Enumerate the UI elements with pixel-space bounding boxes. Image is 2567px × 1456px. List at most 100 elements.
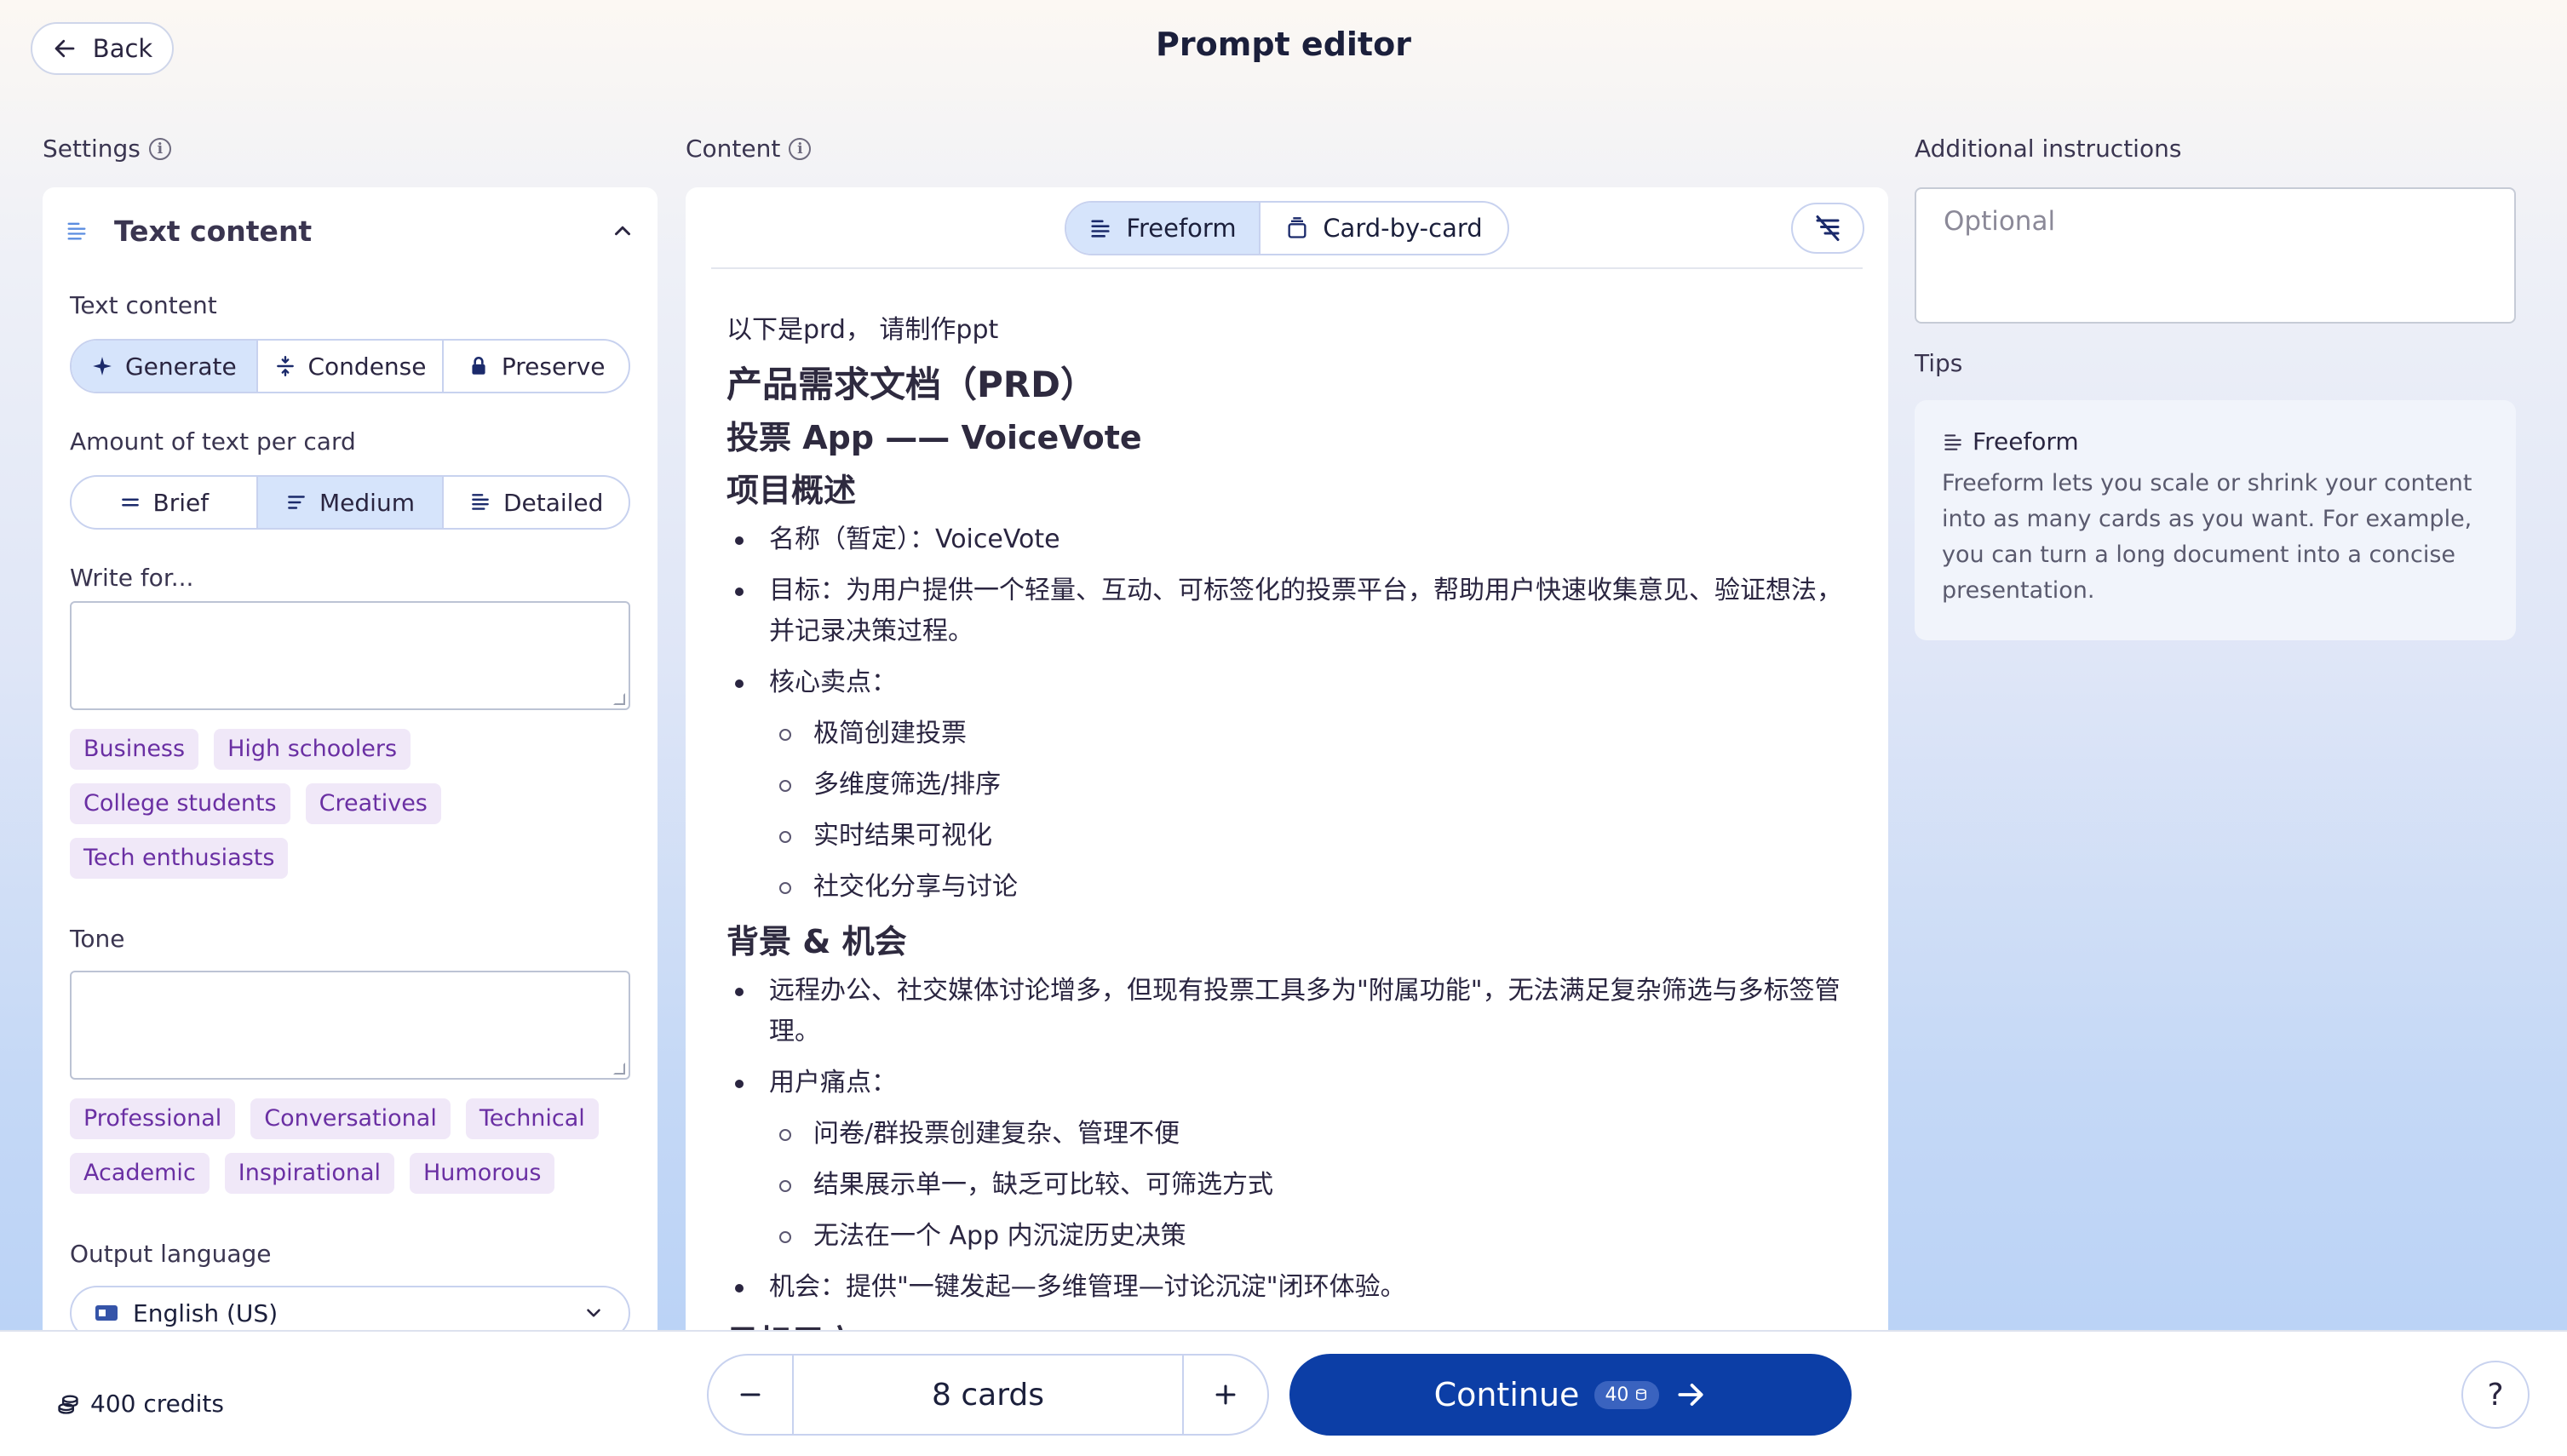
credits-display[interactable]: 400 credits bbox=[56, 1390, 224, 1418]
clear-formatting-icon bbox=[1816, 215, 1840, 241]
arrow-left-icon bbox=[55, 39, 75, 58]
list-item: 无法在一个 App 内沉淀历史决策 bbox=[726, 1216, 1859, 1257]
doc-subheading-app: 投票 App —— VoiceVote bbox=[726, 419, 1142, 456]
text-content-segmented: Generate Condense Preserve bbox=[70, 339, 630, 393]
list-item: 问卷/群投票创建复杂、管理不便 bbox=[726, 1114, 1859, 1155]
chip-college-students[interactable]: College students bbox=[70, 783, 290, 824]
list-item: 多维度筛选/排序 bbox=[726, 765, 1859, 805]
condense-option[interactable]: Condense bbox=[258, 341, 445, 392]
background-list: 远程办公、社交媒体讨论增多，但现有投票工具多为"附属功能"，无法满足复杂筛选与多… bbox=[726, 971, 1859, 1308]
brief-option[interactable]: Brief bbox=[72, 477, 258, 528]
card-count-stepper: 8 cards bbox=[707, 1354, 1269, 1436]
text-lines-icon bbox=[1091, 220, 1111, 238]
chip-high-schoolers[interactable]: High schoolers bbox=[214, 729, 411, 770]
list-item: 实时结果可视化 bbox=[726, 816, 1859, 857]
chevron-up-icon[interactable] bbox=[610, 218, 635, 244]
medium-lines-icon bbox=[288, 496, 305, 509]
list-item: 目标：为用户提供一个轻量、互动、可标签化的投票平台，帮助用户快速收集意见、验证想… bbox=[726, 570, 1859, 652]
amount-label: Amount of text per card bbox=[70, 427, 356, 456]
list-item: 名称（暂定）：VoiceVote bbox=[726, 519, 1859, 560]
chip-conversational[interactable]: Conversational bbox=[250, 1098, 451, 1139]
condense-icon bbox=[276, 355, 294, 377]
tips-card: Freeform Freeform lets you scale or shri… bbox=[1915, 400, 2516, 640]
list-item: 远程办公、社交媒体讨论增多，但现有投票工具多为"附属功能"，无法满足复杂筛选与多… bbox=[726, 971, 1859, 1052]
back-label: Back bbox=[92, 34, 153, 63]
detailed-option[interactable]: Detailed bbox=[444, 477, 629, 528]
coins-icon bbox=[58, 1395, 78, 1414]
doc-subheading-overview: 项目概述 bbox=[726, 472, 857, 509]
text-content-panel-header[interactable]: Text content bbox=[65, 209, 635, 252]
amount-segmented: Brief Medium Detailed bbox=[70, 475, 630, 530]
sparkle-icon bbox=[93, 357, 112, 375]
write-for-textarea[interactable] bbox=[70, 601, 630, 710]
tip-title: Freeform bbox=[1942, 427, 2489, 456]
output-language-select[interactable]: English (US) bbox=[70, 1286, 630, 1337]
footer-bar bbox=[0, 1330, 2567, 1456]
doc-intro: 以下是prd， 请制作ppt bbox=[726, 315, 999, 345]
generate-option[interactable]: Generate bbox=[72, 341, 258, 392]
chip-professional[interactable]: Professional bbox=[70, 1098, 236, 1139]
tip-body: Freeform lets you scale or shrink your c… bbox=[1942, 470, 2472, 604]
chip-creatives[interactable]: Creatives bbox=[305, 783, 441, 824]
settings-section-label: Settings i bbox=[43, 135, 171, 163]
clear-formatting-button[interactable] bbox=[1791, 203, 1864, 254]
output-language-label: Output language bbox=[70, 1240, 272, 1268]
list-item: 社交化分享与讨论 bbox=[726, 867, 1859, 908]
audience-chips: Business High schoolers College students… bbox=[70, 729, 632, 879]
decrease-cards-button[interactable] bbox=[709, 1356, 792, 1434]
plus-icon bbox=[1215, 1384, 1236, 1405]
card-by-card-tab[interactable]: Card-by-card bbox=[1261, 203, 1507, 254]
chip-technical[interactable]: Technical bbox=[465, 1098, 599, 1139]
minus-icon bbox=[740, 1393, 761, 1396]
chip-tech-enthusiasts[interactable]: Tech enthusiasts bbox=[70, 838, 289, 879]
doc-subheading-background: 背景 & 机会 bbox=[726, 923, 907, 960]
list-item: 机会：提供"一键发起—多维管理—讨论沉淀"闭环体验。 bbox=[726, 1267, 1859, 1308]
list-item: 核心卖点： bbox=[726, 662, 1859, 703]
divider bbox=[711, 267, 1863, 269]
credit-cost-badge: 40 bbox=[1594, 1380, 1660, 1409]
tone-textarea[interactable] bbox=[70, 971, 630, 1080]
content-section-label: Content i bbox=[686, 135, 812, 163]
medium-option[interactable]: Medium bbox=[257, 477, 445, 528]
mode-segmented: Freeform Card-by-card bbox=[1065, 201, 1509, 255]
card-count: 8 cards bbox=[792, 1356, 1184, 1434]
brief-lines-icon bbox=[121, 498, 139, 507]
list-item: 极简创建投票 bbox=[726, 714, 1859, 754]
chip-inspirational[interactable]: Inspirational bbox=[224, 1153, 394, 1194]
info-icon[interactable]: i bbox=[148, 137, 171, 160]
text-content-label: Text content bbox=[70, 291, 217, 319]
info-icon[interactable]: i bbox=[789, 137, 812, 160]
chip-academic[interactable]: Academic bbox=[70, 1153, 210, 1194]
chip-business[interactable]: Business bbox=[70, 729, 199, 770]
increase-cards-button[interactable] bbox=[1184, 1356, 1267, 1434]
tone-label: Tone bbox=[70, 925, 125, 953]
panel-title: Text content bbox=[114, 214, 313, 248]
overview-list: 名称（暂定）：VoiceVote 目标：为用户提供一个轻量、互动、可标签化的投票… bbox=[726, 519, 1859, 908]
detailed-lines-icon bbox=[472, 494, 489, 510]
list-item: 结果展示单一，缺乏可比较、可筛选方式 bbox=[726, 1165, 1859, 1206]
text-lines-icon bbox=[67, 222, 86, 240]
text-lines-icon bbox=[1944, 433, 1961, 450]
help-button[interactable]: ? bbox=[2461, 1361, 2530, 1429]
list-item: 用户痛点： bbox=[726, 1063, 1859, 1103]
tone-chips: Professional Conversational Technical Ac… bbox=[70, 1098, 632, 1194]
additional-instructions-input[interactable]: Optional bbox=[1915, 187, 2516, 324]
write-for-label: Write for... bbox=[70, 564, 194, 592]
continue-button[interactable]: Continue 40 bbox=[1289, 1354, 1852, 1436]
page-title: Prompt editor bbox=[1156, 26, 1411, 63]
doc-heading: 产品需求文档（PRD） bbox=[726, 364, 1096, 405]
content-panel: Freeform Card-by-card 以下是prd， 请制作ppt 产品需… bbox=[686, 187, 1888, 1337]
freeform-tab[interactable]: Freeform bbox=[1066, 203, 1261, 254]
settings-panel: Text content Text content Generate Conde… bbox=[43, 187, 658, 1337]
coins-icon bbox=[1636, 1389, 1647, 1401]
cards-stack-icon bbox=[1288, 217, 1306, 238]
additional-instructions-label: Additional instructions bbox=[1915, 135, 2182, 163]
preserve-option[interactable]: Preserve bbox=[444, 341, 629, 392]
back-button[interactable]: Back bbox=[31, 22, 174, 75]
language-flag-icon bbox=[95, 1305, 118, 1321]
chip-humorous[interactable]: Humorous bbox=[410, 1153, 555, 1194]
arrow-right-icon bbox=[1678, 1384, 1704, 1406]
tips-label: Tips bbox=[1915, 349, 1963, 377]
content-editor[interactable]: 以下是prd， 请制作ppt 产品需求文档（PRD） 投票 App —— Voi… bbox=[726, 313, 1859, 1337]
chevron-down-icon bbox=[587, 1309, 600, 1317]
